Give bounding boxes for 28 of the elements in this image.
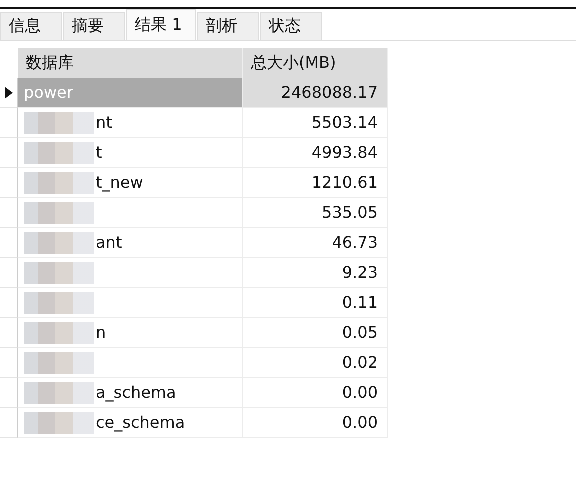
database-name: t (96, 143, 102, 162)
database-name: a_schema (96, 383, 176, 402)
table-cell: 0.05 (243, 318, 388, 348)
current-row-icon (4, 86, 12, 98)
table-cell: 2468088.17 (243, 78, 388, 108)
database-name: ce_schema (96, 413, 186, 432)
table-cell: 4993.84 (243, 138, 388, 168)
tab[interactable]: 剖析 (197, 12, 259, 40)
column-header[interactable]: 总大小(MB) (243, 48, 388, 78)
table-cell: 9.23 (243, 258, 388, 288)
database-name: power (24, 83, 74, 102)
database-name: nt (96, 113, 112, 132)
database-name: n (96, 323, 106, 342)
tab[interactable]: 信息 (0, 12, 62, 40)
database-name: ant (96, 233, 122, 252)
table-cell: 0.02 (243, 348, 388, 378)
table-cell: 46.73 (243, 228, 388, 258)
tab[interactable]: 结果 1 (126, 9, 196, 40)
table-cell: 0.11 (243, 288, 388, 318)
database-name: t_new (96, 173, 144, 192)
table-cell: 1210.61 (243, 168, 388, 198)
column-header[interactable]: 数据库 (18, 48, 243, 78)
table-cell: 5503.14 (243, 108, 388, 138)
tab[interactable]: 摘要 (63, 12, 125, 40)
tab[interactable]: 状态 (260, 12, 322, 40)
table-cell: 0.00 (243, 378, 388, 408)
table-cell: 535.05 (243, 198, 388, 228)
table-cell: 0.00 (243, 408, 388, 438)
